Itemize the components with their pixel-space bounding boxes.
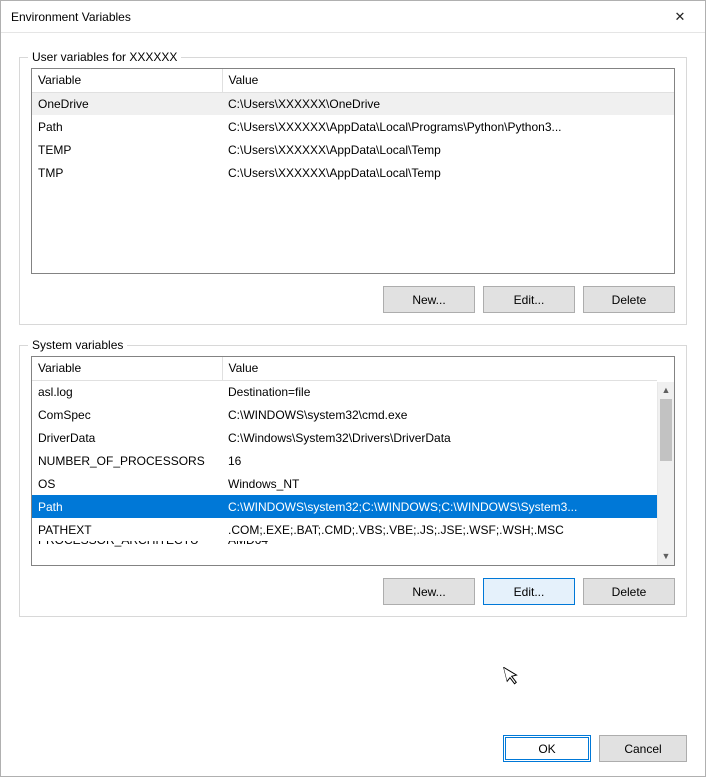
close-icon[interactable]: ✕ <box>657 2 703 32</box>
user-new-button[interactable]: New... <box>383 286 475 313</box>
cell-value: .COM;.EXE;.BAT;.CMD;.VBS;.VBE;.JS;.JSE;.… <box>222 518 657 541</box>
table-row[interactable]: TEMPC:\Users\XXXXXX\AppData\Local\Temp <box>32 138 674 161</box>
cell-value: C:\Users\XXXXXX\OneDrive <box>222 92 674 115</box>
system-vars-group: System variables Variable Value asl.logD… <box>19 345 687 617</box>
cell-value: 16 <box>222 449 657 472</box>
system-edit-button[interactable]: Edit... <box>483 578 575 605</box>
scroll-up-icon[interactable]: ▲ <box>658 382 674 399</box>
table-row[interactable]: OSWindows_NT <box>32 472 657 495</box>
table-row[interactable]: PathC:\Users\XXXXXX\AppData\Local\Progra… <box>32 115 674 138</box>
cell-value: C:\Users\XXXXXX\AppData\Local\Temp <box>222 161 674 184</box>
table-row[interactable]: PROCESSOR_ARCHITECTUAMD64 <box>32 541 657 552</box>
col-header-variable[interactable]: Variable <box>32 69 222 92</box>
cancel-button[interactable]: Cancel <box>599 735 687 762</box>
cell-variable: NUMBER_OF_PROCESSORS <box>32 449 222 472</box>
cell-value: C:\WINDOWS\system32\cmd.exe <box>222 403 657 426</box>
table-row[interactable]: PathC:\WINDOWS\system32;C:\WINDOWS;C:\WI… <box>32 495 657 518</box>
cell-value: C:\Windows\System32\Drivers\DriverData <box>222 426 657 449</box>
system-delete-button[interactable]: Delete <box>583 578 675 605</box>
titlebar: Environment Variables ✕ <box>1 1 705 33</box>
scrollbar-vertical[interactable]: ▲ ▼ <box>657 382 674 565</box>
scroll-thumb[interactable] <box>660 399 672 461</box>
cell-value: AMD64 <box>222 541 657 552</box>
col-header-value[interactable]: Value <box>222 69 674 92</box>
user-vars-table[interactable]: Variable Value OneDriveC:\Users\XXXXXX\O… <box>31 68 675 274</box>
cell-variable: asl.log <box>32 380 222 403</box>
cell-variable: TEMP <box>32 138 222 161</box>
cell-value: C:\Users\XXXXXX\AppData\Local\Programs\P… <box>222 115 674 138</box>
cell-variable: ComSpec <box>32 403 222 426</box>
cell-variable: OneDrive <box>32 92 222 115</box>
system-vars-label: System variables <box>28 338 127 352</box>
table-row[interactable]: ComSpecC:\WINDOWS\system32\cmd.exe <box>32 403 657 426</box>
cell-value: C:\WINDOWS\system32;C:\WINDOWS;C:\WINDOW… <box>222 495 657 518</box>
env-vars-dialog: Environment Variables ✕ User variables f… <box>0 0 706 777</box>
cell-variable: OS <box>32 472 222 495</box>
system-vars-table[interactable]: Variable Value asl.logDestination=fileCo… <box>31 356 675 566</box>
table-row[interactable]: OneDriveC:\Users\XXXXXX\OneDrive <box>32 92 674 115</box>
cell-variable: Path <box>32 495 222 518</box>
cell-variable: Path <box>32 115 222 138</box>
table-row[interactable]: TMPC:\Users\XXXXXX\AppData\Local\Temp <box>32 161 674 184</box>
col-header-variable[interactable]: Variable <box>32 357 222 380</box>
cell-variable: DriverData <box>32 426 222 449</box>
ok-button[interactable]: OK <box>503 735 591 762</box>
scroll-down-icon[interactable]: ▼ <box>658 548 674 565</box>
user-vars-group: User variables for XXXXXX Variable Value… <box>19 57 687 325</box>
col-header-value[interactable]: Value <box>222 357 657 380</box>
table-row[interactable]: NUMBER_OF_PROCESSORS16 <box>32 449 657 472</box>
table-row[interactable]: asl.logDestination=file <box>32 380 657 403</box>
system-new-button[interactable]: New... <box>383 578 475 605</box>
cell-variable: PROCESSOR_ARCHITECTU <box>32 541 222 552</box>
cell-variable: TMP <box>32 161 222 184</box>
cell-value: Windows_NT <box>222 472 657 495</box>
user-edit-button[interactable]: Edit... <box>483 286 575 313</box>
dialog-footer: OK Cancel <box>1 719 705 776</box>
table-row[interactable]: PATHEXT.COM;.EXE;.BAT;.CMD;.VBS;.VBE;.JS… <box>32 518 657 541</box>
user-delete-button[interactable]: Delete <box>583 286 675 313</box>
table-row[interactable]: DriverDataC:\Windows\System32\Drivers\Dr… <box>32 426 657 449</box>
cell-value: C:\Users\XXXXXX\AppData\Local\Temp <box>222 138 674 161</box>
window-title: Environment Variables <box>11 10 657 24</box>
user-vars-label: User variables for XXXXXX <box>28 50 181 64</box>
cell-variable: PATHEXT <box>32 518 222 541</box>
cell-value: Destination=file <box>222 380 657 403</box>
